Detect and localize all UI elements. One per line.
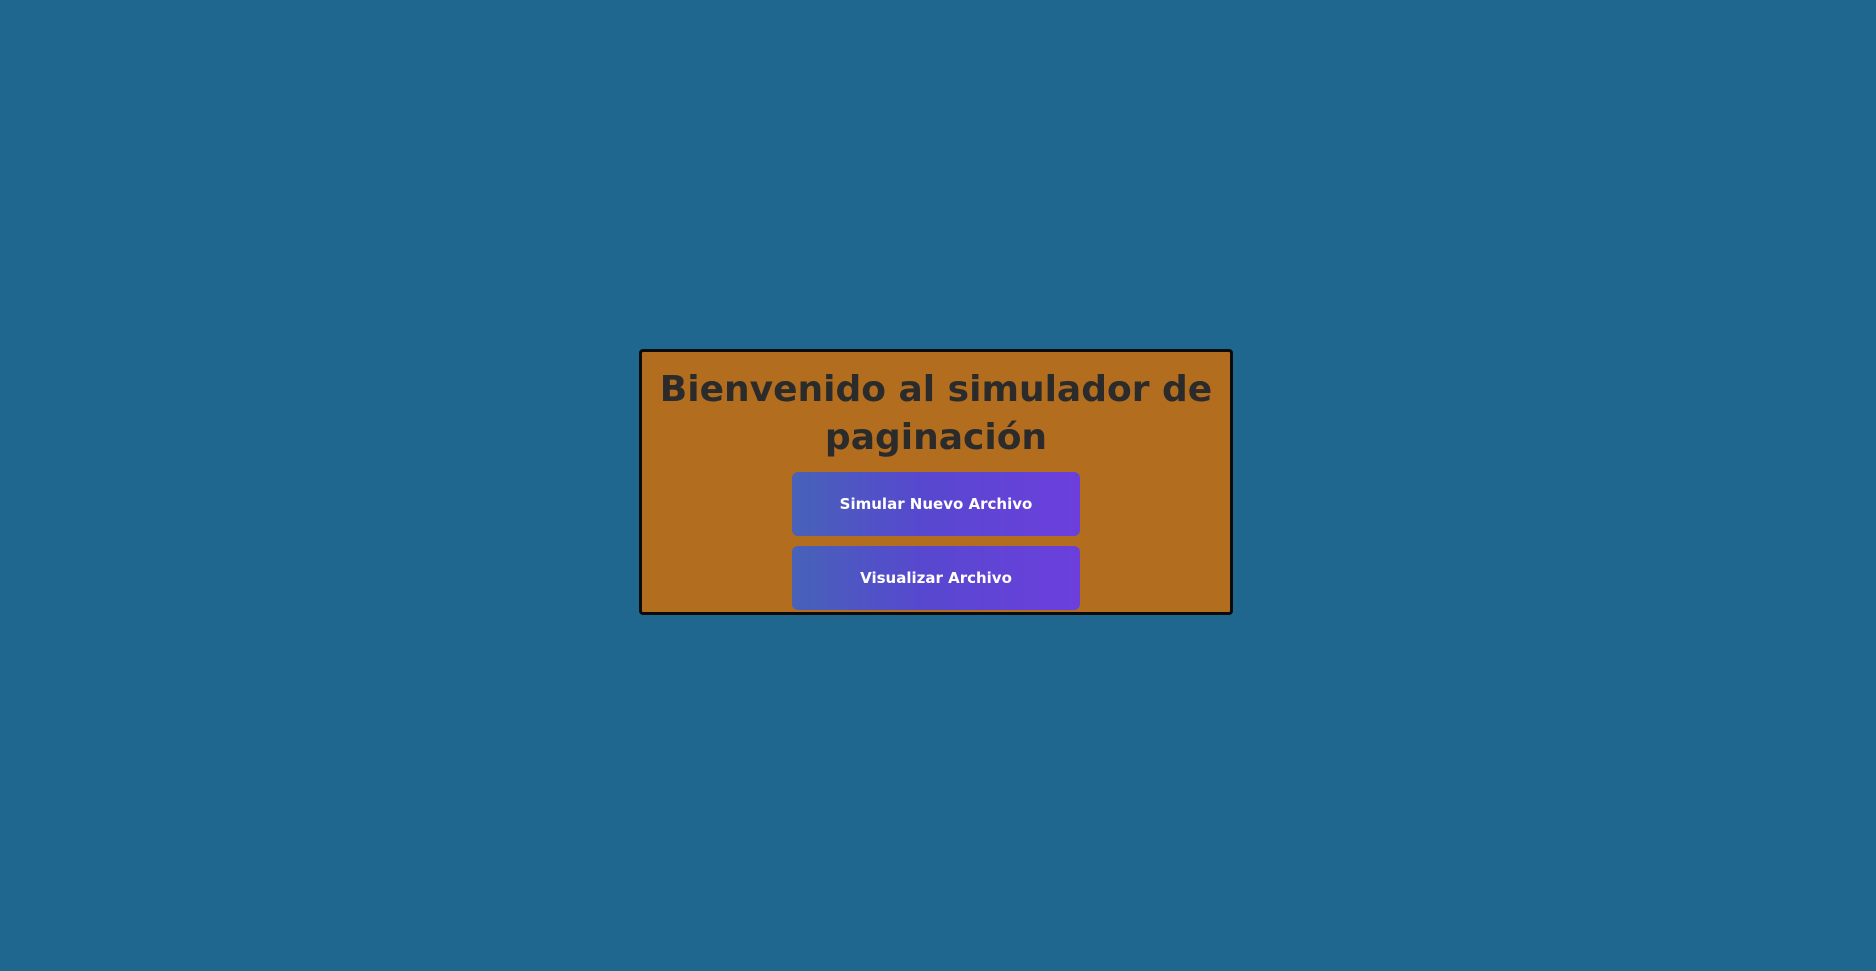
simulate-new-file-button[interactable]: Simular Nuevo Archivo	[792, 472, 1080, 536]
page-title: Bienvenido al simulador de paginación	[659, 369, 1213, 458]
welcome-card: Bienvenido al simulador de paginación Si…	[639, 349, 1233, 615]
view-file-button[interactable]: Visualizar Archivo	[792, 546, 1080, 610]
